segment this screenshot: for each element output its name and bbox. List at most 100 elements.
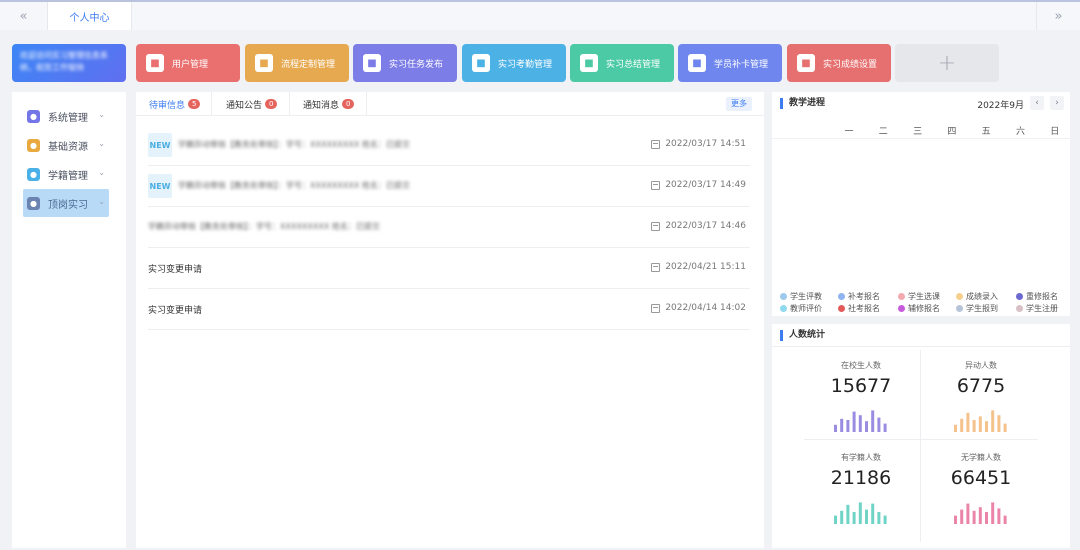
shortcut-button[interactable]: ■ 实习总结管理: [570, 44, 674, 82]
weekday-header: 四: [947, 127, 957, 137]
next-month-icon[interactable]: ›: [1050, 96, 1064, 110]
sidebar-item[interactable]: ● 顶岗实习 ⌄: [23, 189, 109, 217]
legend-item: 学生注册: [1016, 303, 1058, 314]
mini-bar: [954, 424, 957, 432]
resource-icon: ●: [27, 138, 40, 152]
welcome-text: 欢迎访问实习管理信息系统，祝您工作愉快: [20, 51, 108, 72]
scroll-tabs-left-icon[interactable]: «: [0, 2, 48, 30]
shortcut-label: 流程定制管理: [281, 59, 336, 70]
add-shortcut-button[interactable]: +: [895, 44, 999, 82]
calendar-icon: [651, 221, 661, 231]
prev-month-icon[interactable]: ‹: [1030, 96, 1044, 110]
new-badge: NEW: [148, 174, 172, 198]
legend-dot: [898, 305, 905, 312]
message-row[interactable]: NEW 学籍异动审核【教务处审核】：学号：XXXXXXXXX 姓名：已提交 2022…: [148, 125, 750, 166]
tab-notifications[interactable]: 通知消息 0: [303, 92, 355, 116]
stat-card: 无学籍人数 66451: [922, 442, 1040, 530]
weekday-header: 五: [981, 127, 991, 137]
shortcut-button[interactable]: ■ 流程定制管理: [245, 44, 349, 82]
mini-bar: [972, 420, 976, 432]
legend-dot: [1016, 305, 1023, 312]
mini-bar: [966, 412, 970, 432]
legend-item: 成绩录入: [956, 291, 998, 302]
calendar-icon: [651, 303, 661, 313]
count-badge: 0: [265, 99, 278, 109]
legend-label: 重修报名: [1026, 292, 1058, 301]
sidebar-item[interactable]: ● 系统管理 ⌄: [23, 102, 109, 130]
message-row[interactable]: 学籍异动审核【教务处审核】：学号：XXXXXXXXX 姓名：已提交 2022/03…: [148, 207, 750, 248]
legend-dot: [956, 305, 963, 312]
legend-dot: [838, 305, 845, 312]
legend-dot: [780, 305, 787, 312]
weekday-header: 日: [1050, 127, 1060, 137]
chevron-down-icon: ⌄: [98, 168, 105, 177]
message-row[interactable]: 实习变更申请 2022/04/21 15:11: [148, 248, 750, 289]
summary-icon: ■: [580, 54, 598, 72]
mini-bar-chart: [834, 410, 887, 432]
stat-card: 有学籍人数 21186: [802, 442, 920, 530]
legend-item: 社考报名: [838, 303, 880, 314]
weekday-header: 三: [913, 127, 923, 137]
mini-bar: [852, 512, 856, 524]
shortcut-button[interactable]: ■ 实习成绩设置: [787, 44, 891, 82]
attendance-icon: ■: [472, 54, 490, 72]
legend-dot: [898, 293, 905, 300]
calendar-icon: [651, 139, 661, 149]
message-row[interactable]: NEW 学籍异动审核【教务处审核】：学号：XXXXXXXXX 姓名：已提交 2022…: [148, 166, 750, 207]
mini-bar: [960, 509, 964, 524]
chevron-down-icon: ⌄: [98, 139, 105, 148]
message-time: 2022/04/14 14:02: [665, 303, 746, 313]
sidebar-item[interactable]: ● 学籍管理 ⌄: [23, 160, 109, 188]
legend-label: 社考报名: [848, 304, 880, 313]
shortcut-button[interactable]: ■ 实习考勤管理: [462, 44, 566, 82]
tab-label: 通知消息: [303, 100, 340, 111]
mini-bar: [997, 508, 1001, 524]
tab-pending[interactable]: 待审信息 5: [149, 92, 201, 116]
shortcut-button[interactable]: ■ 实习任务发布: [353, 44, 457, 82]
legend-dot: [780, 293, 787, 300]
card-icon: ■: [688, 54, 706, 72]
message-time: 2022/03/17 14:51: [665, 139, 746, 149]
mini-bar: [883, 515, 887, 524]
stat-label: 有学籍人数: [841, 453, 881, 462]
mini-bar: [877, 417, 881, 432]
shortcut-label: 学员补卡管理: [714, 59, 769, 70]
message-time: 2022/03/17 14:46: [665, 221, 746, 231]
star-task-icon: ■: [363, 54, 381, 72]
shortcut-label: 用户管理: [172, 59, 209, 70]
mini-bar: [852, 411, 856, 432]
legend-label: 辅修报名: [908, 304, 940, 313]
message-row[interactable]: 实习变更申请 2022/04/14 14:02: [148, 289, 750, 330]
mini-bar: [972, 510, 976, 524]
legend-item: 学生报到: [956, 303, 998, 314]
shortcut-button[interactable]: ■ 学员补卡管理: [678, 44, 782, 82]
chevron-down-icon: ⌄: [98, 197, 105, 206]
tab-announcements[interactable]: 通知公告 0: [226, 92, 278, 116]
weekday-header: 六: [1015, 127, 1025, 137]
tab-label: 通知公告: [226, 100, 263, 111]
message-time: 2022/04/21 15:11: [665, 262, 746, 272]
message-title-redacted: 学籍异动审核【教务处审核】：学号：XXXXXXXXX 姓名：已提交: [178, 140, 410, 149]
top-tab-bar: « 个人中心 »: [0, 0, 1080, 30]
book-icon: ●: [27, 167, 40, 181]
sidebar-item-label: 基础资源: [48, 141, 88, 153]
mini-bar-chart: [954, 410, 1007, 432]
shortcut-button[interactable]: ■ 用户管理: [136, 44, 240, 82]
more-button[interactable]: 更多: [726, 97, 752, 111]
sidebar-item[interactable]: ● 基础资源 ⌄: [23, 131, 109, 159]
stat-label: 无学籍人数: [961, 453, 1001, 462]
legend-label: 学生评教: [790, 292, 822, 301]
mini-bar: [840, 418, 844, 432]
tab-personal-center[interactable]: 个人中心: [48, 2, 132, 30]
stat-label: 异动人数: [965, 361, 997, 370]
sidebar-item-label: 顶岗实习: [48, 199, 88, 211]
mini-bar: [985, 512, 988, 524]
mini-bar: [877, 512, 881, 524]
legend-label: 成绩录入: [966, 292, 998, 301]
scroll-tabs-right-icon[interactable]: »: [1036, 2, 1080, 30]
legend-item: 补考报名: [838, 291, 880, 302]
shortcut-label: 实习任务发布: [389, 59, 444, 70]
calendar-icon: [651, 262, 661, 272]
mini-bar-chart: [954, 502, 1007, 524]
tab-strip-empty: [132, 2, 1036, 30]
